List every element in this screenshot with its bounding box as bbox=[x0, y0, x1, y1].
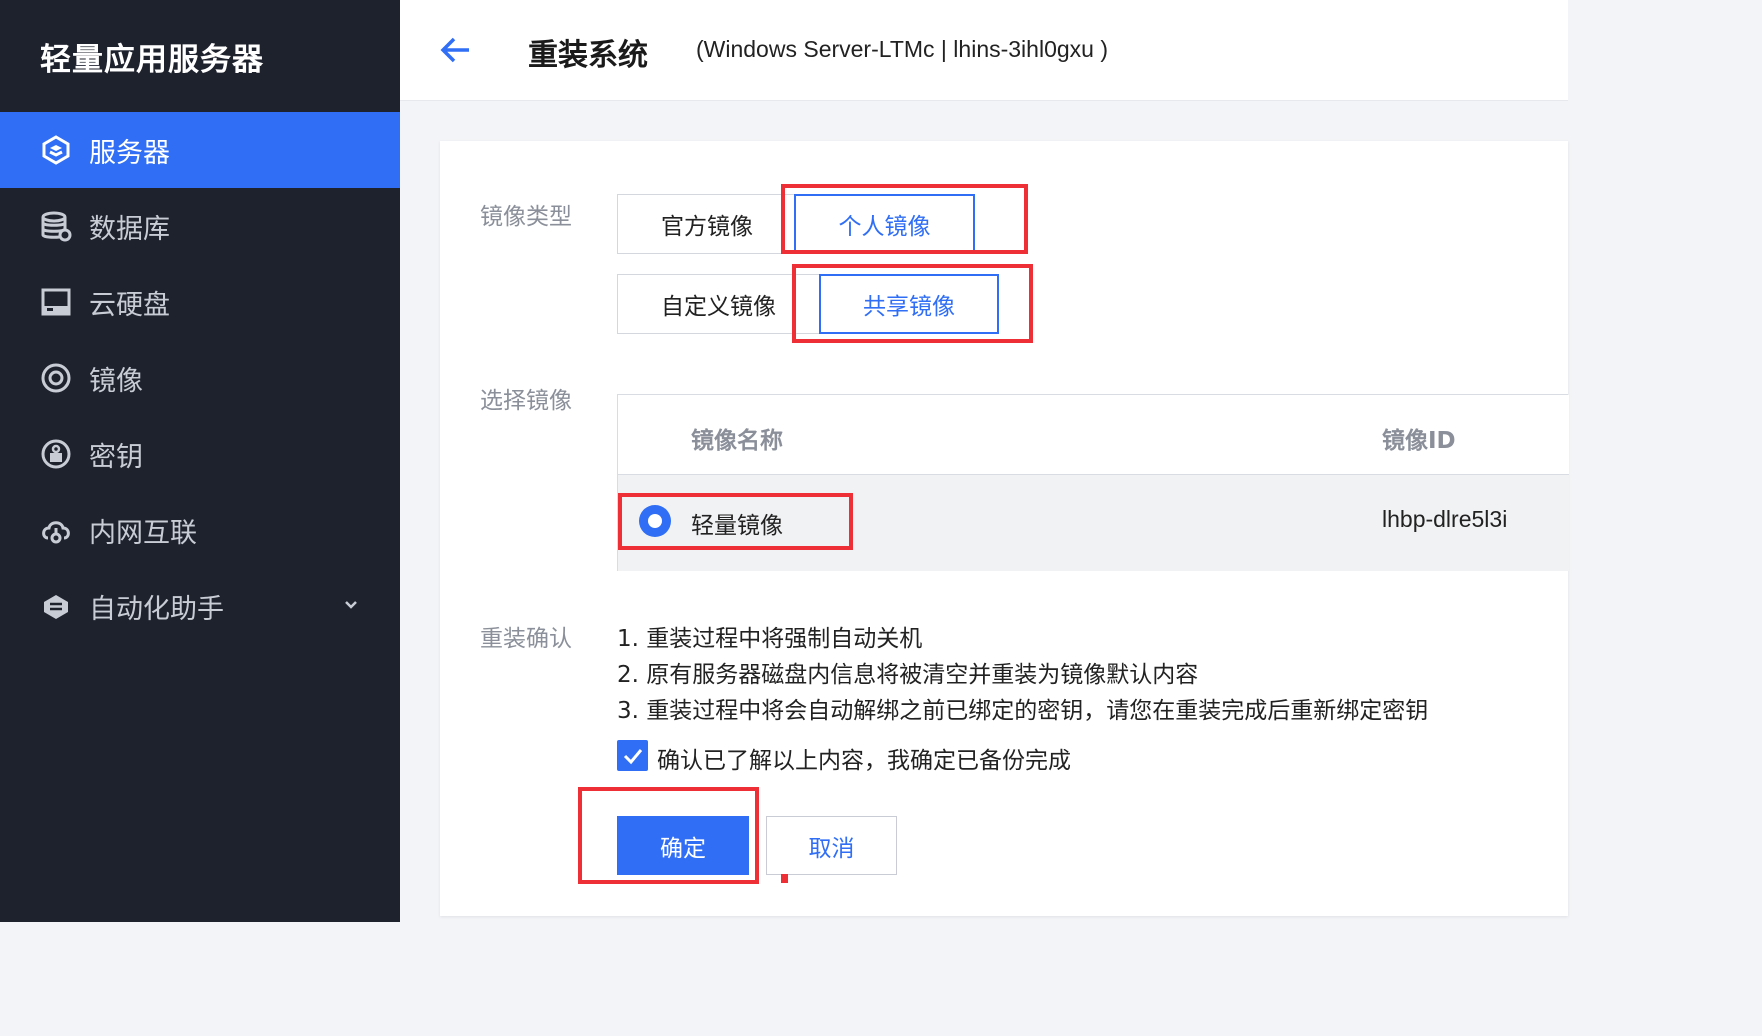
sidebar-item-label: 内网互联 bbox=[89, 517, 197, 549]
confirm-button[interactable]: 确定 bbox=[617, 816, 749, 875]
option-shared-image[interactable]: 共享镜像 bbox=[819, 274, 999, 334]
sidebar-item-automation[interactable]: 自动化助手 bbox=[0, 568, 400, 644]
sidebar-item-label: 镜像 bbox=[89, 365, 143, 397]
option-custom-image[interactable]: 自定义镜像 bbox=[617, 274, 820, 334]
column-header-name: 镜像名称 bbox=[691, 428, 783, 454]
page-header: 重装系统 (Windows Server-LTMc | lhins-3ihl0g… bbox=[400, 0, 1568, 101]
automation-icon bbox=[39, 589, 73, 623]
sidebar-item-label: 云硬盘 bbox=[89, 289, 170, 321]
chevron-down-icon[interactable] bbox=[342, 596, 360, 614]
sidebar: 轻量应用服务器 服务器 数据库 云硬盘 镜像 密钥 内网互联 自动化助手 bbox=[0, 0, 400, 922]
confirm-item-3: 3. 重装过程中将会自动解绑之前已绑定的密钥，请您在重装完成后重新绑定密钥 bbox=[617, 698, 1429, 724]
highlight-mark bbox=[781, 874, 788, 883]
reinstall-confirm-label: 重装确认 bbox=[480, 626, 572, 652]
page-title: 重装系统 bbox=[528, 38, 648, 73]
server-icon bbox=[39, 133, 73, 167]
sidebar-item-image[interactable]: 镜像 bbox=[0, 340, 400, 416]
confirm-item-1: 1. 重装过程中将强制自动关机 bbox=[617, 626, 923, 652]
acknowledge-label: 确认已了解以上内容，我确定已备份完成 bbox=[657, 748, 1071, 774]
acknowledge-checkbox[interactable] bbox=[617, 740, 648, 771]
image-table: 镜像名称 镜像ID 轻量镜像 lhbp-dlre5l3i bbox=[617, 394, 1569, 571]
sidebar-item-server[interactable]: 服务器 bbox=[0, 112, 400, 188]
back-arrow-icon[interactable] bbox=[438, 33, 472, 67]
image-type-label: 镜像类型 bbox=[480, 204, 572, 230]
sidebar-item-label: 服务器 bbox=[89, 137, 170, 169]
sidebar-item-database[interactable]: 数据库 bbox=[0, 188, 400, 264]
checkmark-icon bbox=[623, 748, 642, 764]
image-name-cell: 轻量镜像 bbox=[691, 513, 783, 539]
instance-subtitle: (Windows Server-LTMc | lhins-3ihl0gxu ) bbox=[696, 36, 1108, 62]
sidebar-item-label: 自动化助手 bbox=[89, 593, 224, 625]
sidebar-item-label: 数据库 bbox=[89, 213, 170, 245]
sidebar-item-key[interactable]: 密钥 bbox=[0, 416, 400, 492]
network-icon bbox=[39, 513, 73, 547]
option-official-image[interactable]: 官方镜像 bbox=[617, 194, 797, 254]
radio-selected[interactable] bbox=[639, 505, 671, 537]
cancel-button[interactable]: 取消 bbox=[766, 816, 897, 875]
key-icon bbox=[39, 437, 73, 471]
select-image-label: 选择镜像 bbox=[480, 388, 572, 414]
image-icon bbox=[39, 361, 73, 395]
option-personal-image[interactable]: 个人镜像 bbox=[794, 194, 975, 254]
column-header-id: 镜像ID bbox=[1382, 428, 1456, 454]
image-id-cell: lhbp-dlre5l3i bbox=[1382, 506, 1508, 532]
sidebar-item-label: 密钥 bbox=[89, 441, 143, 473]
database-icon bbox=[39, 209, 73, 243]
app-brand: 轻量应用服务器 bbox=[40, 42, 264, 78]
table-row[interactable]: 轻量镜像 lhbp-dlre5l3i bbox=[618, 475, 1569, 571]
confirm-item-2: 2. 原有服务器磁盘内信息将被清空并重装为镜像默认内容 bbox=[617, 662, 1199, 688]
table-header: 镜像名称 镜像ID bbox=[618, 395, 1569, 475]
sidebar-item-network[interactable]: 内网互联 bbox=[0, 492, 400, 568]
sidebar-item-disk[interactable]: 云硬盘 bbox=[0, 264, 400, 340]
disk-icon bbox=[39, 285, 73, 319]
